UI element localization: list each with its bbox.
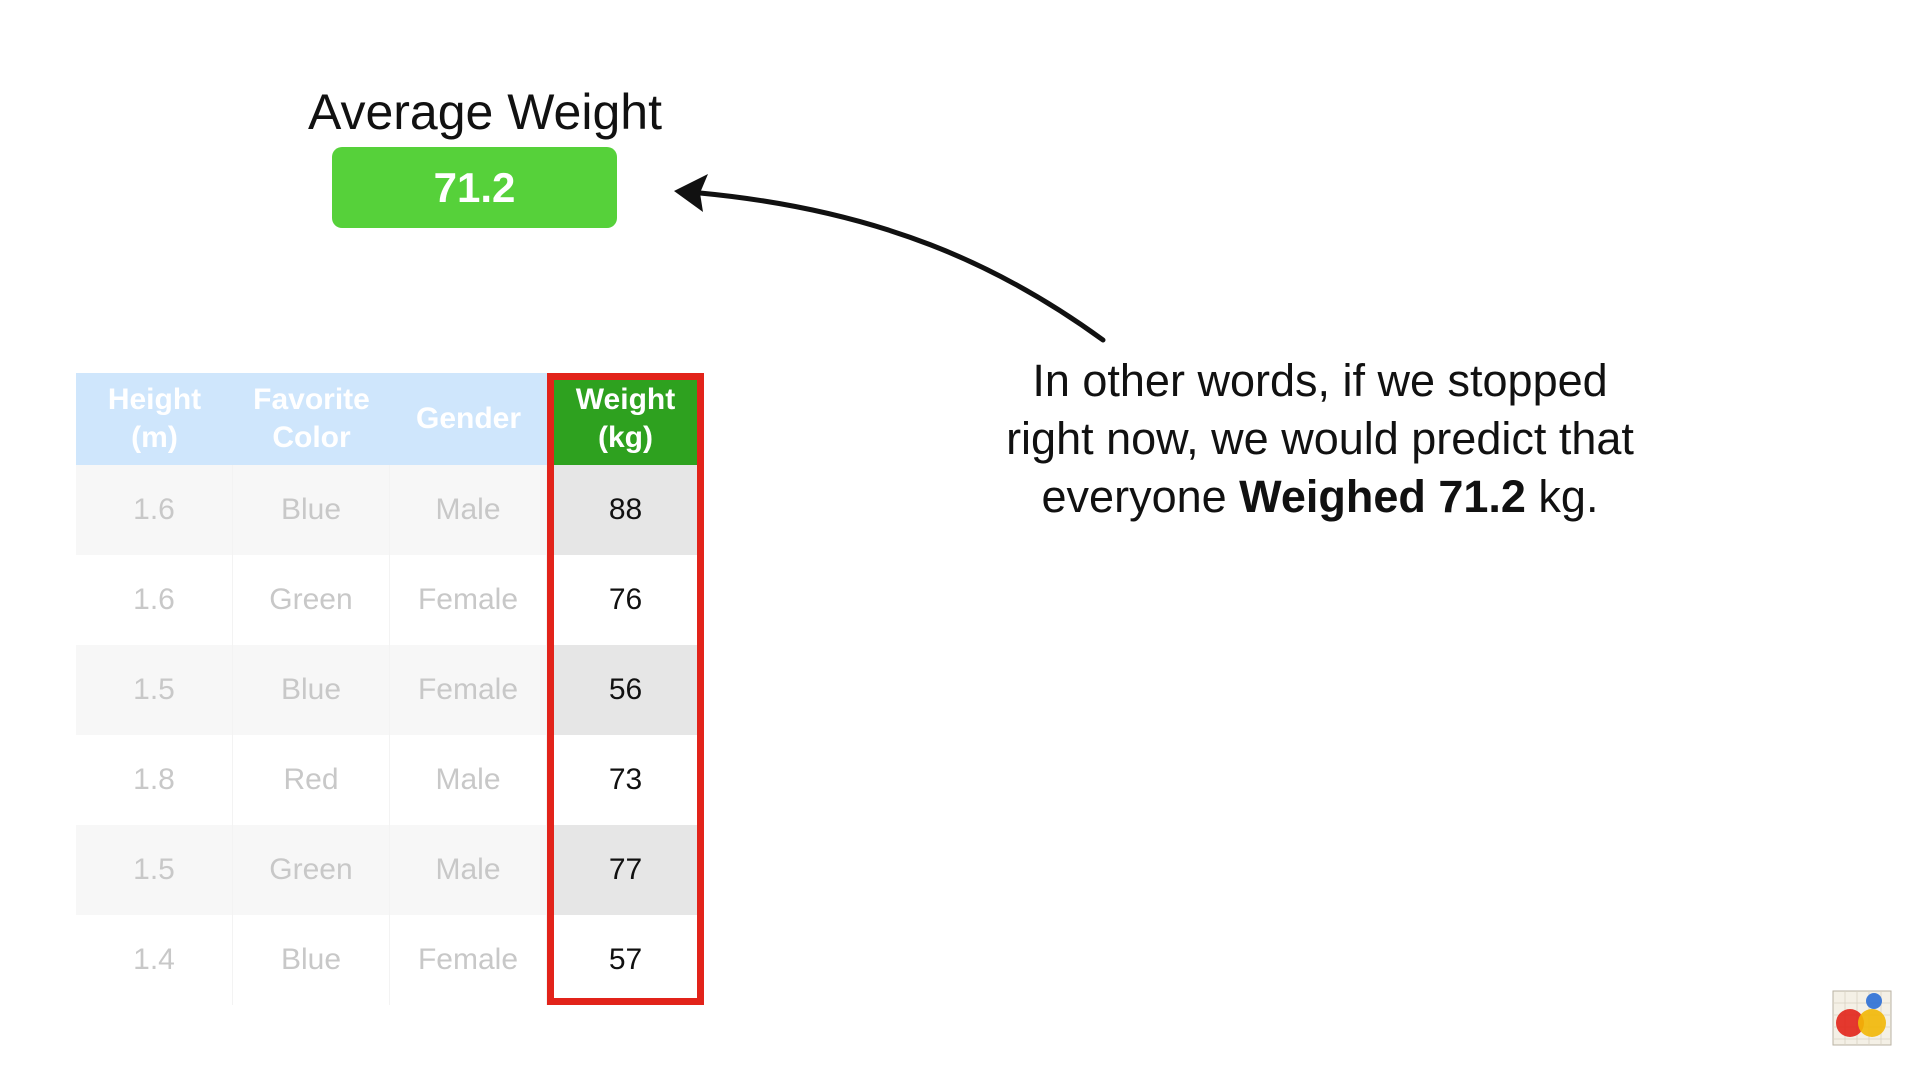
cell-favorite-color: Red — [233, 735, 390, 825]
explanation-line-2: right now, we would predict that — [1006, 413, 1634, 464]
cell-gender: Male — [390, 735, 547, 825]
cell-weight: 57 — [547, 915, 704, 1005]
explanation-line-3: everyone Weighed 71.2 kg. — [930, 468, 1710, 526]
cell-weight: 73 — [547, 735, 704, 825]
cell-height: 1.4 — [76, 915, 233, 1005]
cell-gender: Female — [390, 915, 547, 1005]
cell-weight: 88 — [547, 465, 704, 555]
table-header-row: Height (m) Favorite Color Gender Weight … — [76, 373, 704, 465]
cell-height: 1.5 — [76, 825, 233, 915]
cell-weight: 76 — [547, 555, 704, 645]
table-row: 1.5 Green Male 77 — [76, 825, 704, 915]
cell-height: 1.8 — [76, 735, 233, 825]
cell-height: 1.5 — [76, 645, 233, 735]
cell-favorite-color: Blue — [233, 465, 390, 555]
average-weight-value: 71.2 — [433, 163, 516, 211]
average-weight-box: 71.2 — [332, 147, 617, 228]
cell-weight: 77 — [547, 825, 704, 915]
cell-height: 1.6 — [76, 555, 233, 645]
data-table: Height (m) Favorite Color Gender Weight … — [76, 373, 704, 1005]
table-row: 1.6 Blue Male 88 — [76, 465, 704, 555]
header-weight: Weight (kg) — [547, 373, 704, 465]
table-row: 1.6 Green Female 76 — [76, 555, 704, 645]
explanation-text: In other words, if we stopped right now,… — [930, 352, 1710, 526]
header-height: Height (m) — [76, 373, 233, 465]
explanation-line-3-pre: everyone — [1041, 471, 1240, 522]
explanation-line-1: In other words, if we stopped — [1032, 355, 1608, 406]
cell-height: 1.6 — [76, 465, 233, 555]
table-row: 1.5 Blue Female 56 — [76, 645, 704, 735]
table-row: 1.4 Blue Female 57 — [76, 915, 704, 1005]
header-gender: Gender — [390, 373, 547, 465]
explanation-line-3-post: kg. — [1525, 471, 1599, 522]
cell-gender: Female — [390, 555, 547, 645]
cell-gender: Male — [390, 825, 547, 915]
statquest-logo-icon — [1832, 990, 1892, 1046]
cell-weight: 56 — [547, 645, 704, 735]
table-row: 1.8 Red Male 73 — [76, 735, 704, 825]
cell-favorite-color: Blue — [233, 645, 390, 735]
cell-favorite-color: Blue — [233, 915, 390, 1005]
cell-favorite-color: Green — [233, 825, 390, 915]
cell-favorite-color: Green — [233, 555, 390, 645]
average-weight-title: Average Weight — [308, 84, 662, 140]
header-favorite-color: Favorite Color — [233, 373, 390, 465]
cell-gender: Female — [390, 645, 547, 735]
explanation-line-3-bold: Weighed 71.2 — [1239, 471, 1526, 522]
slide: Average Weight 71.2 In other words, if w… — [0, 0, 1920, 1080]
cell-gender: Male — [390, 465, 547, 555]
